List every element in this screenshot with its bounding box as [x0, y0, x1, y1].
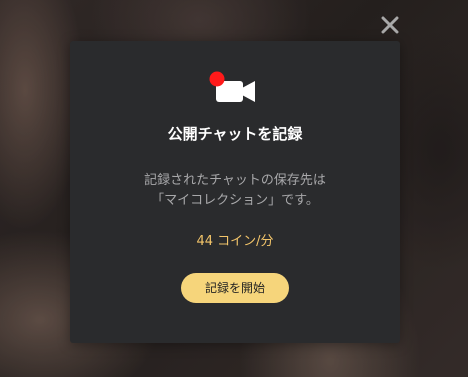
- close-icon[interactable]: [378, 13, 402, 37]
- modal-title: 公開チャットを記録: [167, 125, 303, 143]
- description-line-2: 「マイコレクション」です。: [151, 193, 319, 208]
- description-line-1: 記録されたチャットの保存先は: [144, 173, 326, 188]
- modal-description: 記録されたチャットの保存先は 「マイコレクション」です。: [70, 171, 400, 211]
- price-per-minute: 44 コイン/分: [196, 234, 274, 249]
- video-camera-record-icon: [209, 70, 257, 104]
- start-recording-button[interactable]: 記録を開始: [181, 273, 289, 303]
- record-chat-modal: 公開チャットを記録 記録されたチャットの保存先は 「マイコレクション」です。 4…: [70, 41, 400, 343]
